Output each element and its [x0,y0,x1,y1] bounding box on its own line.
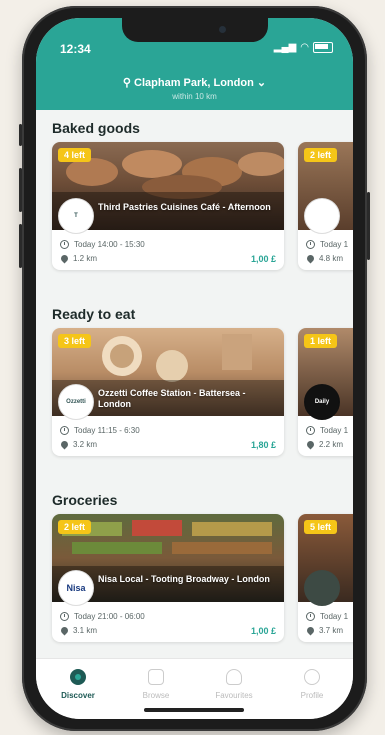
pickup-time-row: Today 21:00 - 06:00 [60,612,145,621]
items-left-badge: 2 left [304,148,338,162]
screen: 12:34 ▂▄▆ ◠ ⚲ Clapham Park, London ⌄ wit… [36,18,353,719]
tab-browse[interactable]: Browse [126,669,186,700]
location-pin-icon [305,439,316,450]
pickup-time: Today 11:15 - 6:30 [74,426,140,435]
location-pin-icon [59,625,70,636]
clock-icon [306,426,315,435]
store-name: Ozzetti Coffee Station - Battersea - Lon… [98,388,246,409]
battery-icon [313,42,333,53]
items-left-badge: 2 left [58,520,92,534]
store-card-peek[interactable]: 2 left Today 1 4.8 km [298,142,353,270]
distance: 3.7 km [319,626,344,635]
distance-row: 3.1 km [59,625,98,636]
notch [122,18,268,42]
clock-icon [60,426,69,435]
pickup-time: Today 14:00 - 15:30 [74,240,145,249]
tab-favourites[interactable]: Favourites [204,669,264,700]
pickup-time-row: Today 1 [306,426,348,435]
pickup-time-row: Today 14:00 - 15:30 [60,240,145,249]
pickup-time: Today 1 [320,240,349,249]
store-logo [304,570,340,606]
section-title-groceries: Groceries [52,492,118,508]
distance: 4.8 km [319,254,344,263]
tab-label: Discover [61,691,95,700]
section-title-baked-goods: Baked goods [52,120,140,136]
home-indicator [144,708,244,712]
pickup-time: Today 1 [320,612,349,621]
location-pin-icon [305,625,316,636]
distance-row: 3.2 km [59,439,98,450]
store-card-peek[interactable]: 5 left Today 1 3.7 km [298,514,353,642]
pickup-time: Today 21:00 - 06:00 [74,612,145,621]
discover-icon [70,669,86,685]
volume-down-button [19,224,22,268]
distance: 3.2 km [73,440,98,449]
distance-row: 4.8 km [305,253,344,264]
location-pin-icon [59,253,70,264]
store-card[interactable]: 3 left Ozzetti Ozzetti Coffee Station - … [52,328,284,456]
power-button [367,192,370,260]
clock-icon [306,612,315,621]
store-card[interactable]: 4 left T Third Pastries Cuisines Café - … [52,142,284,270]
pickup-time: Today 1 [320,426,349,435]
store-logo: Nisa [58,570,94,606]
items-left-badge: 1 left [304,334,338,348]
tab-label: Favourites [215,691,253,700]
discover-feed[interactable]: Baked goods 4 left T Third Pastries Cuis… [36,110,353,658]
mute-switch [19,124,22,146]
distance-row: 2.2 km [305,439,344,450]
distance: 2.2 km [319,440,344,449]
clock-icon [60,612,69,621]
store-logo: T [58,198,94,234]
store-name: Third Pastries Cuisines Café - Afternoon [98,202,271,212]
location-selector[interactable]: ⚲ Clapham Park, London ⌄ [36,76,353,89]
distance-row: 3.7 km [305,625,344,636]
pickup-time-row: Today 11:15 - 6:30 [60,426,140,435]
distance-row: 1.2 km [59,253,98,264]
price: 1,00 £ [250,626,276,636]
store-name: Nisa Local - Tooting Broadway - London [98,574,270,584]
status-time: 12:34 [60,42,91,56]
clock-icon [306,240,315,249]
items-left-badge: 4 left [58,148,92,162]
store-card-peek[interactable]: 1 left Daily Today 1 2.2 km [298,328,353,456]
pickup-time-row: Today 1 [306,612,348,621]
store-logo: Daily [304,384,340,420]
pickup-time-row: Today 1 [306,240,348,249]
items-left-badge: 5 left [304,520,338,534]
location-label: Clapham Park, London [134,77,254,89]
section-title-ready-to-eat: Ready to eat [52,306,136,322]
status-icons: ▂▄▆ ◠ [274,42,333,53]
camera-icon [219,26,226,33]
items-left-badge: 3 left [58,334,92,348]
store-logo: Ozzetti [58,384,94,420]
location-pin-icon [59,439,70,450]
tab-label: Profile [300,691,324,700]
location-radius: within 10 km [172,92,217,101]
wifi-icon: ◠ [300,42,309,53]
tab-discover[interactable]: Discover [48,669,108,700]
bag-icon [148,669,164,685]
tab-profile[interactable]: Profile [282,669,342,700]
store-card[interactable]: 2 left Nisa Nisa Local - Tooting Broadwa… [52,514,284,642]
price: 1,00 £ [250,254,276,264]
tab-label: Browse [142,691,170,700]
chevron-down-icon: ⌄ [256,77,267,89]
heart-icon [226,669,242,685]
clock-icon [60,240,69,249]
location-pin-icon: ⚲ [122,77,131,89]
distance: 1.2 km [73,254,98,263]
volume-up-button [19,168,22,212]
profile-icon [304,669,320,685]
price: 1,80 £ [250,440,276,450]
distance: 3.1 km [73,626,98,635]
store-logo [304,198,340,234]
signal-icon: ▂▄▆ [273,42,297,53]
phone-frame: 12:34 ▂▄▆ ◠ ⚲ Clapham Park, London ⌄ wit… [19,6,370,731]
location-pin-icon [305,253,316,264]
